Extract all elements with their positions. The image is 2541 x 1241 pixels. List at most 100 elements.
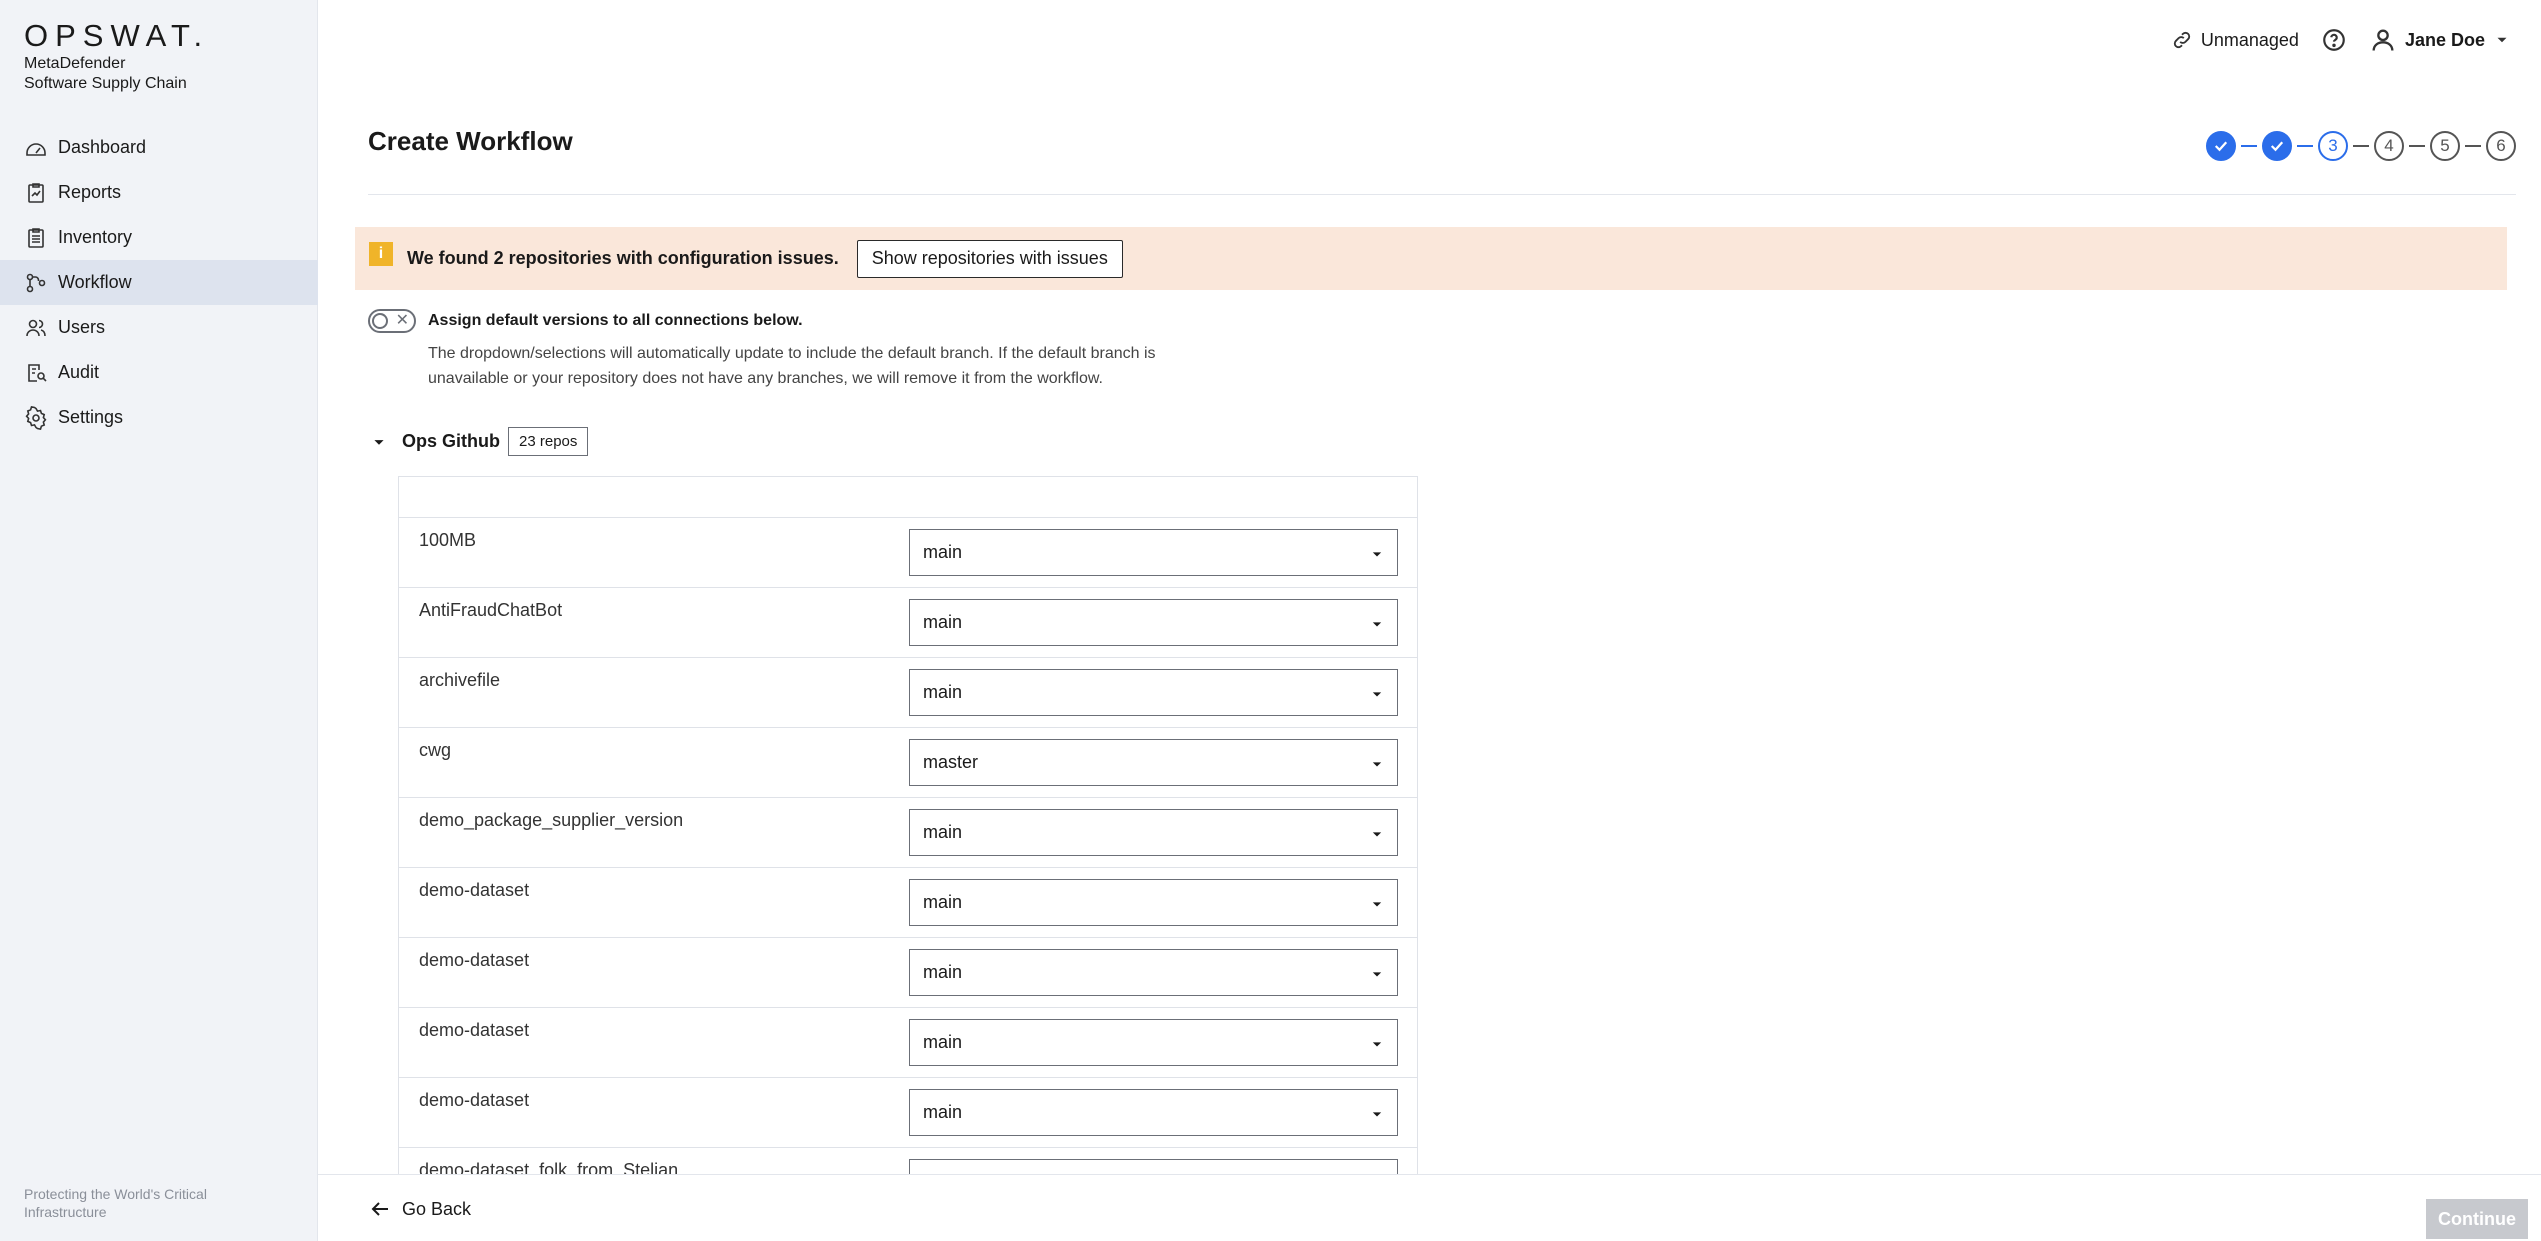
repo-name: demo-dataset: [419, 880, 530, 900]
sidebar-item-label: Users: [58, 317, 106, 337]
tagline: Protecting the World's Critical Infrastr…: [24, 1186, 207, 1220]
check-icon: [2270, 141, 2284, 152]
step-4: 4: [2374, 131, 2404, 161]
branch-select[interactable]: main: [909, 529, 1398, 576]
step-connector: [2297, 145, 2313, 147]
sidebar-item-label: Workflow: [58, 272, 132, 292]
branch-value: main: [923, 962, 963, 982]
link-icon: [2173, 31, 2190, 49]
toggle-label: Assign default versions to all connectio…: [428, 312, 803, 329]
unmanaged-label: Unmanaged: [2200, 29, 2299, 50]
repo-name: demo_package_supplier_version: [419, 810, 684, 830]
inventory-icon: [28, 227, 44, 248]
step-1-complete: [2206, 131, 2236, 161]
close-icon: ✕: [395, 312, 409, 329]
step-6: 6: [2486, 131, 2516, 161]
help-button[interactable]: [2321, 27, 2347, 53]
brand-logo: OPSWAT.: [24, 18, 210, 53]
caret-down-icon: [1372, 832, 1382, 837]
user-menu[interactable]: Jane Doe: [2369, 26, 2511, 54]
branch-value: master: [923, 752, 979, 772]
branch-select[interactable]: main: [909, 1089, 1398, 1136]
branch-value: main: [923, 1032, 963, 1052]
page-title: Create Workflow: [368, 126, 573, 156]
caret-down-icon: [1372, 622, 1382, 627]
stepper: 3 4 5 6: [2206, 131, 2516, 161]
go-back-button[interactable]: Go Back: [368, 1197, 471, 1221]
arrow-left-icon: [371, 1202, 388, 1216]
sidebar-item-audit[interactable]: Audit: [0, 350, 318, 395]
sidebar-item-inventory[interactable]: Inventory: [0, 215, 318, 260]
repo-name: demo-dataset: [419, 950, 530, 970]
alert-message: We found 2 repositories with configurati…: [407, 248, 839, 268]
sidebar-item-label: Reports: [58, 182, 122, 202]
caret-down-icon[interactable]: [368, 431, 390, 453]
caret-down-icon: [1372, 762, 1382, 767]
repo-name: archivefile: [419, 670, 501, 690]
repo-name: demo-dataset: [419, 1090, 530, 1110]
branch-select[interactable]: main: [909, 809, 1398, 856]
title-divider: [368, 194, 2516, 195]
table-row: AntiFraudChatBot main: [399, 588, 1417, 658]
sidebar-item-users[interactable]: Users: [0, 305, 318, 350]
caret-down-icon: [1372, 972, 1382, 977]
repo-group-header: Ops Github 23 repos: [368, 427, 589, 456]
sidebar-item-label: Settings: [58, 407, 124, 427]
branch-select[interactable]: main: [909, 879, 1398, 926]
branch-select[interactable]: master: [909, 739, 1398, 786]
sidebar-item-settings[interactable]: Settings: [0, 395, 318, 440]
sidebar-item-label: Dashboard: [58, 137, 147, 157]
step-connector: [2465, 145, 2481, 147]
reports-icon: [28, 182, 44, 203]
check-icon: [2214, 141, 2228, 152]
branch-select[interactable]: main: [909, 1019, 1398, 1066]
continue-button[interactable]: Continue: [2426, 1199, 2528, 1239]
caret-down-icon: [1372, 902, 1382, 907]
caret-down-icon: [1372, 1112, 1382, 1117]
sidebar-item-reports[interactable]: Reports: [0, 170, 318, 215]
repo-name: AntiFraudChatBot: [419, 600, 563, 620]
table-row: demo_package_supplier_versionmain: [399, 798, 1417, 868]
chevron-down-icon: [2497, 37, 2507, 43]
settings-icon: [25, 405, 47, 430]
table-row: demo-dataset main: [399, 868, 1417, 938]
audit-icon: [28, 363, 47, 382]
unmanaged-link[interactable]: Unmanaged: [2171, 29, 2299, 51]
user-name: Jane Doe: [2404, 29, 2485, 50]
table-row: demo-dataset_folk_from_Stelianmain: [399, 1148, 1417, 1176]
step-connector: [2409, 145, 2425, 147]
toggle-knob: [372, 313, 388, 329]
sidebar-item-workflow[interactable]: Workflow: [0, 260, 318, 305]
branch-value: main: [923, 542, 963, 562]
repo-rows: 100MB main AntiFraudChatBot main archivefile…: [399, 518, 1417, 1176]
table-header: [399, 476, 1417, 518]
help-icon: [2323, 29, 2345, 51]
step-connector: [2241, 145, 2257, 147]
topbar: Unmanaged Jane Doe: [2171, 22, 2511, 58]
show-repositories-with-issues-button[interactable]: Show repositories with issues: [856, 239, 1123, 278]
sidebar-item-label: Inventory: [58, 227, 133, 247]
info-icon: i: [369, 241, 393, 266]
table-row: demo-dataset main: [399, 1078, 1417, 1148]
product-name-line2: Software Supply Chain: [24, 75, 187, 92]
default-versions-toggle[interactable]: ✕: [368, 309, 416, 333]
branch-value: main: [923, 822, 963, 842]
branch-select[interactable]: main: [909, 949, 1398, 996]
branch-select[interactable]: main: [909, 599, 1398, 646]
table-row: demo-dataset main: [399, 1008, 1417, 1078]
step-5: 5: [2430, 131, 2460, 161]
caret-down-icon: [1372, 552, 1382, 557]
repo-name: demo-dataset: [419, 1020, 530, 1040]
users-icon: [26, 319, 46, 336]
table-row: archivefile main: [399, 658, 1417, 728]
product-name-line1: MetaDefender: [24, 55, 126, 72]
config-issues-alert: i We found 2 repositories with configura…: [355, 227, 2507, 290]
sidebar-nav: Dashboard Reports Inventory Workflow Use…: [0, 125, 318, 440]
sidebar-item-label: Audit: [58, 362, 100, 382]
sidebar-item-dashboard[interactable]: Dashboard: [0, 125, 318, 170]
user-icon: [2372, 29, 2394, 51]
branch-value: main: [923, 682, 963, 702]
branch-select[interactable]: main: [909, 669, 1398, 716]
toggle-description: The dropdown/selections will automatical…: [428, 345, 1156, 387]
sidebar: OPSWAT. MetaDefender Software Supply Cha…: [0, 0, 318, 1241]
